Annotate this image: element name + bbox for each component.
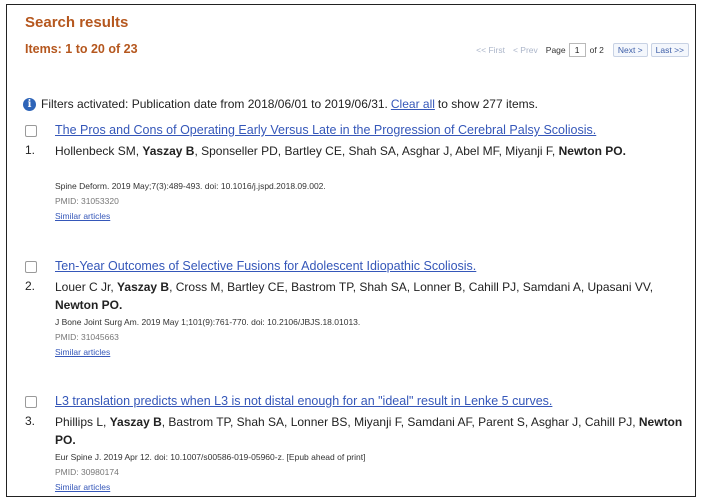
similar-articles-link[interactable]: Similar articles <box>55 347 110 357</box>
result-number: 2. <box>25 279 36 293</box>
result-checkbox[interactable] <box>25 125 37 137</box>
result-authors: Louer C Jr, Yaszay B, Cross M, Bartley C… <box>55 280 654 312</box>
filters-text: Filters activated: Publication date from… <box>41 97 388 111</box>
info-icon: i <box>23 97 36 111</box>
similar-articles-link[interactable]: Similar articles <box>55 482 110 492</box>
next-page-button[interactable]: Next > <box>612 43 648 57</box>
pagination: << First < Prev Page 1 of 2 Next > Last … <box>476 43 689 57</box>
result-number: 1. <box>25 143 36 157</box>
result-authors: Hollenbeck SM, Yaszay B, Sponseller PD, … <box>55 144 626 158</box>
last-page-button[interactable]: Last >> <box>650 43 689 57</box>
result-checkbox[interactable] <box>25 261 37 273</box>
result-citation: J Bone Joint Surg Am. 2019 May 1;101(9):… <box>55 317 361 327</box>
page-number-input[interactable]: 1 <box>568 43 586 57</box>
search-results-panel: Search results Items: 1 to 20 of 23 << F… <box>6 4 696 497</box>
filters-notice: i Filters activated: Publication date fr… <box>23 97 538 111</box>
result-pmid: PMID: 30980174 <box>55 467 119 477</box>
result-pmid: PMID: 31053320 <box>55 196 119 206</box>
similar-articles-link[interactable]: Similar articles <box>55 211 110 221</box>
result-title-link[interactable]: Ten-Year Outcomes of Selective Fusions f… <box>55 259 476 273</box>
first-page-button[interactable]: << First <box>476 45 505 55</box>
filters-suffix: to show 277 items. <box>437 97 538 111</box>
page-label: Page <box>545 45 566 55</box>
result-authors: Phillips L, Yaszay B, Bastrom TP, Shah S… <box>55 415 683 447</box>
prev-page-button[interactable]: < Prev <box>513 45 538 55</box>
result-citation: Spine Deform. 2019 May;7(3):489-493. doi… <box>55 181 326 191</box>
result-title-link[interactable]: The Pros and Cons of Operating Early Ver… <box>55 123 596 137</box>
result-number: 3. <box>25 414 36 428</box>
page-title: Search results <box>25 14 129 31</box>
clear-all-link[interactable]: Clear all <box>391 97 435 111</box>
result-citation: Eur Spine J. 2019 Apr 12. doi: 10.1007/s… <box>55 452 366 462</box>
items-count: Items: 1 to 20 of 23 <box>25 42 138 56</box>
result-title-link[interactable]: L3 translation predicts when L3 is not d… <box>55 394 552 408</box>
result-checkbox[interactable] <box>25 396 37 408</box>
result-pmid: PMID: 31045663 <box>55 332 119 342</box>
page-total: of 2 <box>589 45 604 55</box>
